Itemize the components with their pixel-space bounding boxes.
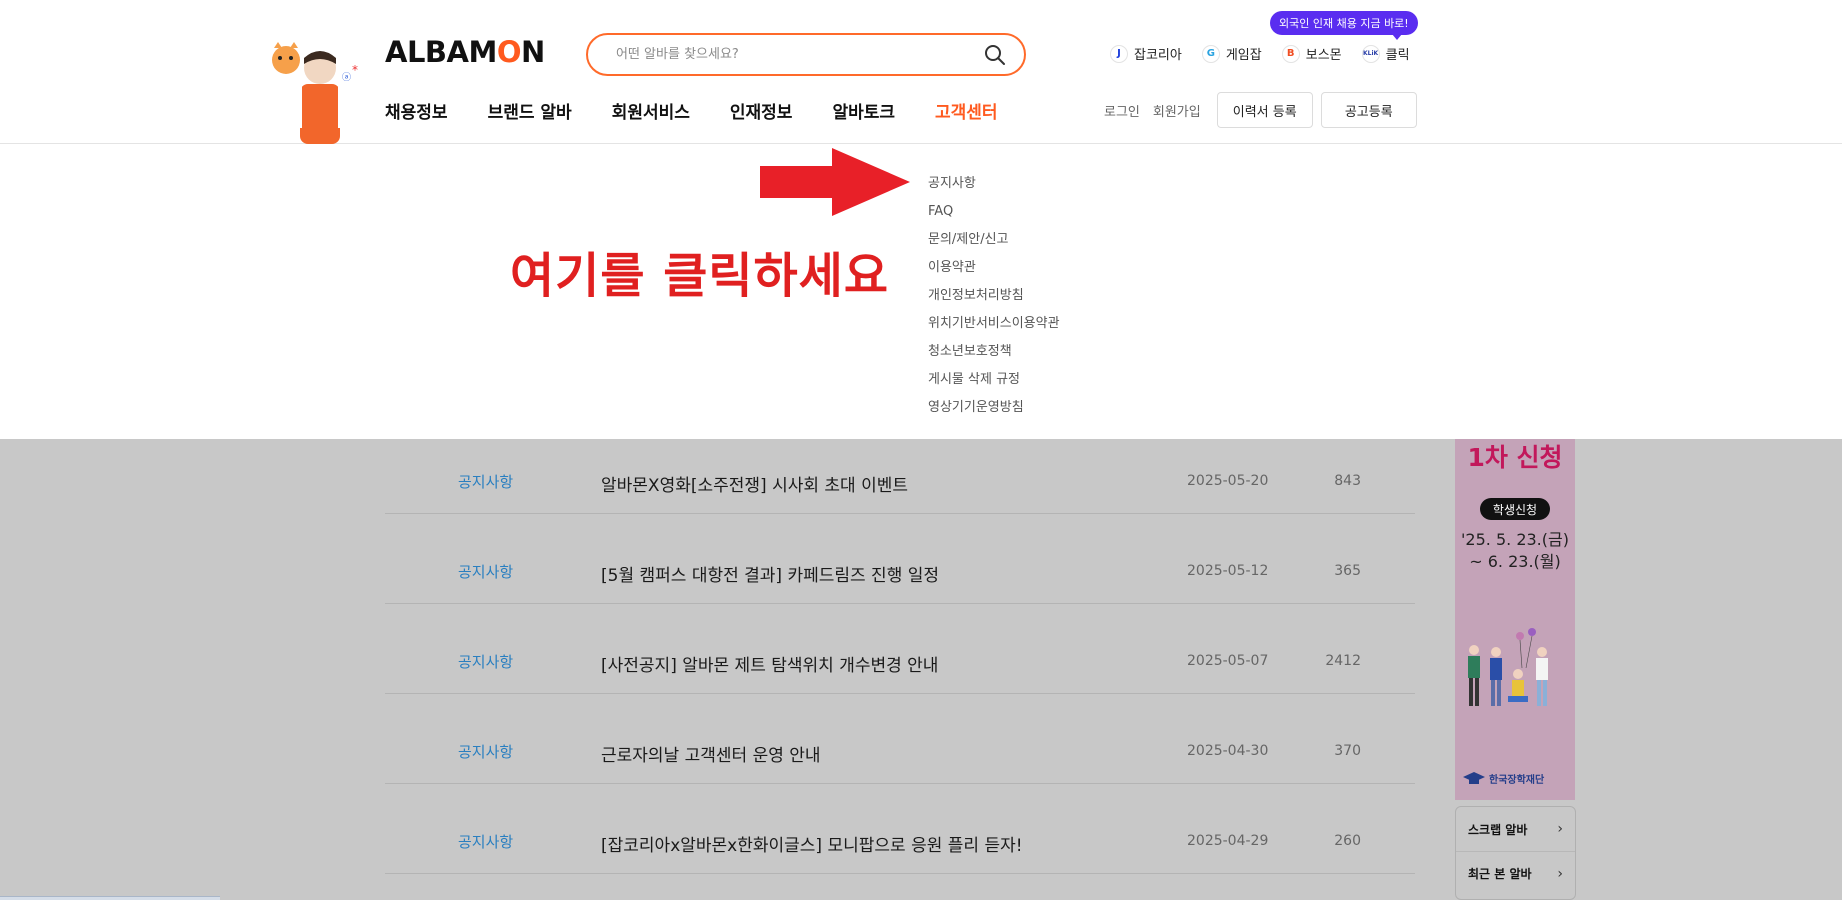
site-label: 클릭 [1385,48,1410,63]
notice-date: 2025-04-29 [1187,833,1269,849]
menu-item-notice[interactable]: 공지사항 [928,170,1060,198]
table-row[interactable]: 공지사항 [사전공지] 알바몬 제트 탐색위치 개수변경 안내 2025-05-… [385,604,1415,694]
nav-customer-center[interactable]: 고객센터 [935,98,998,123]
bossmon-icon: B [1281,44,1300,63]
notice-title[interactable]: [잡코리아x알바몬x한화이글스] 모니팝으로 응원 플리 듣자! [601,831,1023,856]
search-input[interactable] [616,47,984,62]
site-label: 게임잡 [1225,48,1262,63]
menu-item-terms[interactable]: 이용약관 [928,254,1060,282]
notice-list: 공지사항 알바몬X영화[소주전쟁] 시사회 초대 이벤트 2025-05-20 … [385,424,1415,874]
jobkorea-icon: J [1110,44,1128,63]
notice-category: 공지사항 [458,743,514,761]
customer-center-dropdown: 여기를 클릭하세요 공지사항 FAQ 문의/제안/신고 이용약관 개인정보처리방… [0,144,1842,439]
search-box[interactable] [586,33,1026,76]
menu-item-cctv-policy[interactable]: 영상기기운영방침 [928,394,1060,422]
foreign-talent-promo-badge[interactable]: 외국인 인재 채용 지금 바로! [1270,11,1418,40]
browser-status-bar [0,896,220,900]
site-link-jobkorea[interactable]: J 잡코리아 [1110,44,1182,63]
notice-date: 2025-04-30 [1187,743,1269,759]
gamejob-icon: G [1201,44,1220,63]
menu-item-faq[interactable]: FAQ [928,198,1060,226]
students-illustration [1468,628,1548,706]
site-header: * ⓐ ALBAMON 외국인 인재 채용 지금 바로! J 잡코리아 G 게임… [0,0,1842,144]
menu-item-location-terms[interactable]: 위치기반서비스이용약관 [928,310,1060,338]
quick-item-recent[interactable]: 최근 본 알바 › [1456,851,1575,895]
search-icon[interactable] [984,44,1006,66]
chevron-right-icon: › [1557,821,1563,837]
logo-text-left: ALBAM [385,35,497,69]
notice-category: 공지사항 [458,473,514,491]
svg-text:*: * [352,63,358,77]
nav-albatalk[interactable]: 알바토크 [832,98,895,123]
resume-register-button[interactable]: 이력서 등록 [1216,92,1313,128]
login-link[interactable]: 로그인 [1104,101,1140,120]
notice-category: 공지사항 [458,833,514,851]
table-row[interactable]: 공지사항 근로자의날 고객센터 운영 안내 2025-04-30 370 [385,694,1415,784]
chevron-right-icon: › [1557,865,1563,882]
site-label: 보스몬 [1305,48,1342,63]
quick-item-label: 스크랩 알바 [1468,822,1528,837]
notice-views: 365 [1334,563,1361,579]
menu-item-post-deletion[interactable]: 게시물 삭제 규정 [928,366,1060,394]
notice-title[interactable]: [5월 캠퍼스 대항전 결과] 카페드림즈 진행 일정 [601,561,939,586]
scholarship-banner[interactable]: 1차 신청 학생신청 '25. 5. 23.(금) ~ 6. 23.(월) 한국… [1455,438,1575,800]
banner-apply-pill: 학생신청 [1480,498,1550,520]
main-nav: 채용정보 브랜드 알바 회원서비스 인재정보 알바토크 고객센터 [385,98,998,123]
notice-title[interactable]: 근로자의날 고객센터 운영 안내 [601,741,821,766]
menu-item-inquiry[interactable]: 문의/제안/신고 [928,226,1060,254]
notice-category: 공지사항 [458,563,514,581]
banner-org-logo: 한국장학재단 [1463,771,1544,786]
banner-date-start: '25. 5. 23.(금) [1461,530,1569,549]
menu-item-privacy-policy[interactable]: 개인정보처리방침 [928,282,1060,310]
klik-icon: KLiK [1361,44,1380,63]
notice-date: 2025-05-12 [1187,563,1269,579]
customer-center-menu: 공지사항 FAQ 문의/제안/신고 이용약관 개인정보처리방침 위치기반서비스이… [928,170,1060,422]
job-post-button[interactable]: 공고등록 [1320,92,1417,128]
banner-org-name: 한국장학재단 [1489,775,1545,786]
notice-title[interactable]: [사전공지] 알바몬 제트 탐색위치 개수변경 안내 [601,651,938,676]
banner-date-end: ~ 6. 23.(월) [1469,552,1561,571]
menu-item-youth-policy[interactable]: 청소년보호정책 [928,338,1060,366]
albamon-logo[interactable]: ALBAMON [385,35,545,69]
click-here-guide-text: 여기를 클릭하세요 [510,248,889,304]
red-arrow-icon [760,148,910,216]
notice-category: 공지사항 [458,653,514,671]
site-label: 잡코리아 [1134,48,1182,63]
site-link-bossmon[interactable]: B 보스몬 [1281,44,1342,63]
nav-member-service[interactable]: 회원서비스 [612,98,690,123]
table-row[interactable]: 공지사항 [5월 캠퍼스 대항전 결과] 카페드림즈 진행 일정 2025-05… [385,514,1415,604]
notice-date: 2025-05-20 [1187,473,1269,489]
user-utility: 로그인 회원가입 이력서 등록 공고등록 [1104,92,1417,128]
table-row[interactable]: 공지사항 [잡코리아x알바몬x한화이글스] 모니팝으로 응원 플리 듣자! 20… [385,784,1415,874]
svg-text:ⓐ: ⓐ [342,72,351,83]
site-link-gamejob[interactable]: G 게임잡 [1201,44,1262,63]
quick-menu: 스크랩 알바 › 최근 본 알바 › [1455,806,1576,900]
mascot-illustration: * ⓐ [272,42,358,144]
banner-title: 1차 신청 [1467,443,1563,472]
notice-date: 2025-05-07 [1187,653,1269,669]
notice-views: 843 [1334,473,1361,489]
notice-views: 2412 [1325,653,1361,669]
graduation-cap-icon [1463,771,1485,784]
site-link-klik[interactable]: KLiK 클릭 [1361,44,1410,63]
family-sites: J 잡코리아 G 게임잡 B 보스몬 KLiK 클릭 [1110,44,1410,63]
notice-views: 260 [1334,833,1361,849]
logo-o: O [496,35,522,69]
quick-item-scrap[interactable]: 스크랩 알바 › [1456,807,1575,851]
nav-job-info[interactable]: 채용정보 [385,98,448,123]
notice-title[interactable]: 알바몬X영화[소주전쟁] 시사회 초대 이벤트 [601,471,908,496]
logo-text-right: N [521,35,545,69]
quick-item-label: 최근 본 알바 [1468,867,1532,881]
nav-brand-alba[interactable]: 브랜드 알바 [488,98,572,123]
signup-link[interactable]: 회원가입 [1153,101,1201,120]
nav-talent-info[interactable]: 인재정보 [730,98,793,123]
notice-views: 370 [1334,743,1361,759]
